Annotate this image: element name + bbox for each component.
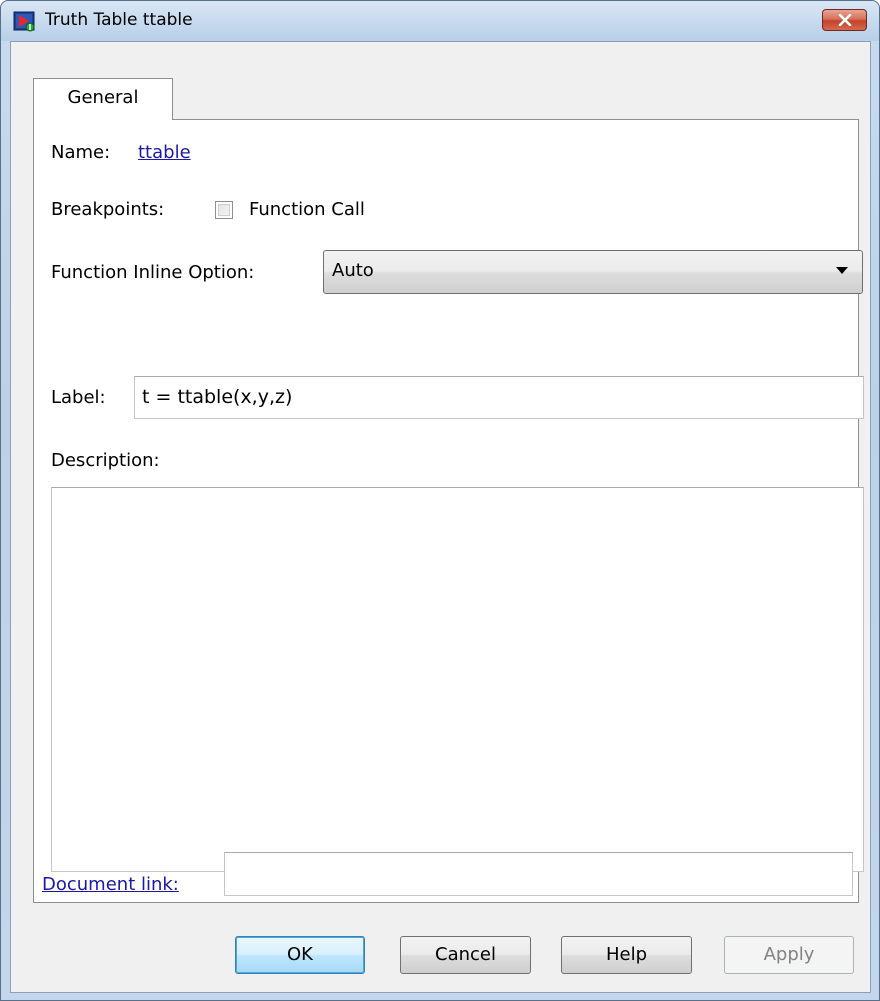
close-icon bbox=[838, 14, 852, 26]
general-tab-panel: Name: ttable Breakpoints: Function Call … bbox=[33, 119, 864, 903]
tab-general-label: General bbox=[67, 87, 139, 108]
label-input[interactable]: t = ttable(x,y,z) bbox=[134, 376, 864, 419]
name-label: Name: bbox=[51, 142, 111, 163]
description-textarea[interactable] bbox=[51, 487, 864, 872]
help-button[interactable]: Help bbox=[561, 936, 692, 974]
name-link[interactable]: ttable bbox=[138, 142, 191, 163]
document-link-label[interactable]: Document link: bbox=[42, 874, 179, 895]
function-call-label[interactable]: Function Call bbox=[249, 199, 365, 220]
close-button[interactable] bbox=[822, 9, 867, 31]
truth-table-dialog: Truth Table ttable General Name: ttable … bbox=[0, 0, 880, 1001]
description-label: Description: bbox=[51, 450, 160, 471]
title-bar[interactable]: Truth Table ttable bbox=[1, 1, 879, 41]
apply-button: Apply bbox=[724, 936, 854, 974]
document-link-input[interactable] bbox=[224, 852, 853, 896]
function-inline-option-value: Auto bbox=[332, 260, 374, 281]
window-title: Truth Table ttable bbox=[45, 10, 193, 30]
label-field-label: Label: bbox=[51, 387, 106, 408]
function-inline-option-label: Function Inline Option: bbox=[51, 262, 255, 283]
function-call-checkbox[interactable] bbox=[215, 201, 233, 219]
cancel-button[interactable]: Cancel bbox=[400, 936, 531, 974]
truth-table-app-icon bbox=[13, 9, 37, 33]
ok-button[interactable]: OK bbox=[235, 936, 365, 974]
tab-general[interactable]: General bbox=[33, 78, 173, 120]
chevron-down-icon bbox=[836, 267, 848, 274]
dialog-client-area: General Name: ttable Breakpoints: Functi… bbox=[10, 41, 871, 993]
breakpoints-label: Breakpoints: bbox=[51, 199, 165, 220]
function-inline-option-select[interactable]: Auto bbox=[323, 250, 863, 294]
